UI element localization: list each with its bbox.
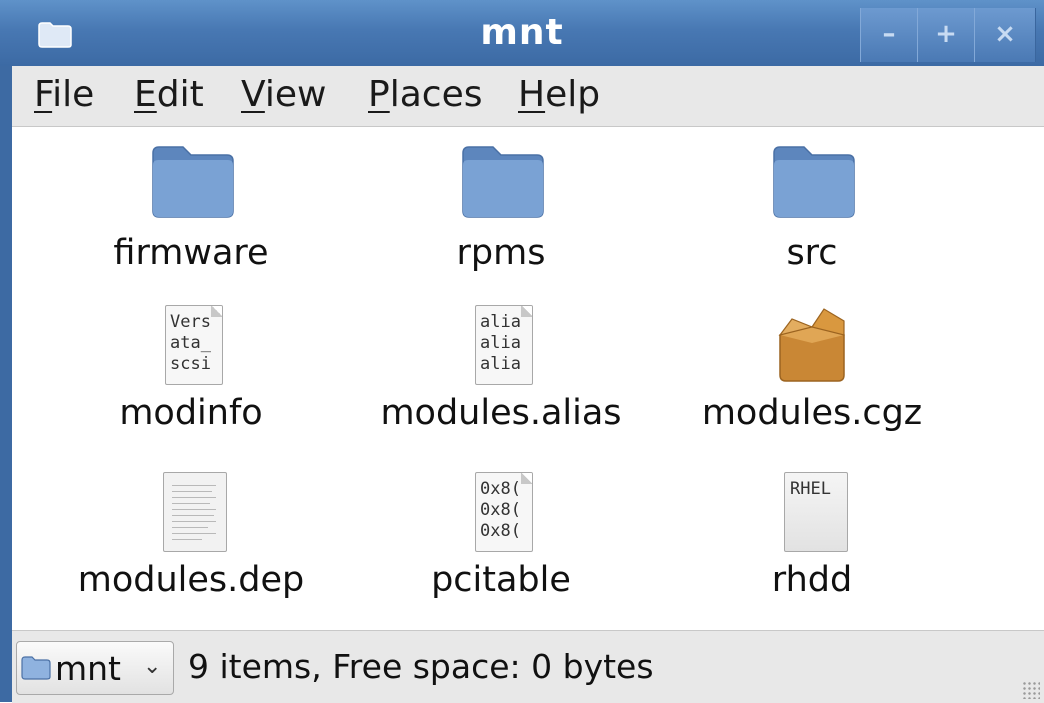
file-item-firmware[interactable]: firmware (31, 145, 351, 273)
file-name: firmware (113, 233, 269, 273)
maximize-button[interactable]: + (917, 8, 975, 62)
file-name: rpms (456, 233, 546, 273)
document-icon (163, 472, 227, 552)
menu-edit[interactable]: Edit (134, 74, 204, 115)
menu-bar: File Edit View Places Help (12, 66, 1044, 127)
minimize-button[interactable]: – (860, 8, 918, 62)
text-file-icon: Vers ata_ scsi (165, 305, 223, 385)
folder-icon (152, 146, 234, 218)
title-bar[interactable]: mnt – + × (0, 0, 1044, 67)
menu-file[interactable]: File (34, 74, 94, 115)
file-manager-window: mnt – + × File Edit View Places Help fir… (0, 0, 1044, 703)
file-item-modules-cgz[interactable]: modules.cgz (652, 305, 972, 433)
file-name: pcitable (431, 560, 571, 600)
menu-view[interactable]: View (241, 74, 326, 115)
file-name: src (786, 233, 838, 273)
menu-help[interactable]: Help (518, 74, 600, 115)
folder-icon (21, 656, 51, 680)
status-bar: mnt ⌄ 9 items, Free space: 0 bytes (12, 630, 1044, 703)
file-name: modules.alias (380, 393, 622, 433)
package-icon (778, 308, 845, 382)
chevron-down-icon: ⌄ (143, 654, 162, 679)
resize-grip-icon[interactable] (1022, 681, 1040, 699)
location-label: mnt (55, 649, 121, 688)
file-item-modinfo[interactable]: Vers ata_ scsi modinfo (31, 305, 351, 433)
file-view[interactable]: firmware rpms src Vers ata_ scsi modinfo… (12, 127, 1044, 630)
file-name: rhdd (771, 560, 853, 600)
file-name: modules.dep (77, 560, 305, 600)
window-frame (0, 66, 12, 702)
text-file-icon: 0x8( 0x8( 0x8( (475, 472, 533, 552)
status-text: 9 items, Free space: 0 bytes (188, 647, 654, 686)
file-item-rhdd[interactable]: RHEL rhdd (652, 472, 972, 600)
file-item-rpms[interactable]: rpms (341, 145, 661, 273)
menu-places[interactable]: Places (368, 74, 482, 115)
file-item-modules-alias[interactable]: alia alia alia modules.alias (341, 305, 661, 433)
file-item-pcitable[interactable]: 0x8( 0x8( 0x8( pcitable (341, 472, 661, 600)
file-name: modinfo (119, 393, 263, 433)
text-file-icon: RHEL (784, 472, 848, 552)
close-button[interactable]: × (974, 8, 1036, 62)
text-file-icon: alia alia alia (475, 305, 533, 385)
location-dropdown-button[interactable]: mnt ⌄ (16, 641, 174, 695)
file-item-src[interactable]: src (652, 145, 972, 273)
file-item-modules-dep[interactable]: modules.dep (31, 472, 351, 600)
folder-icon (773, 146, 855, 218)
folder-icon (462, 146, 544, 218)
file-name: modules.cgz (701, 393, 923, 433)
